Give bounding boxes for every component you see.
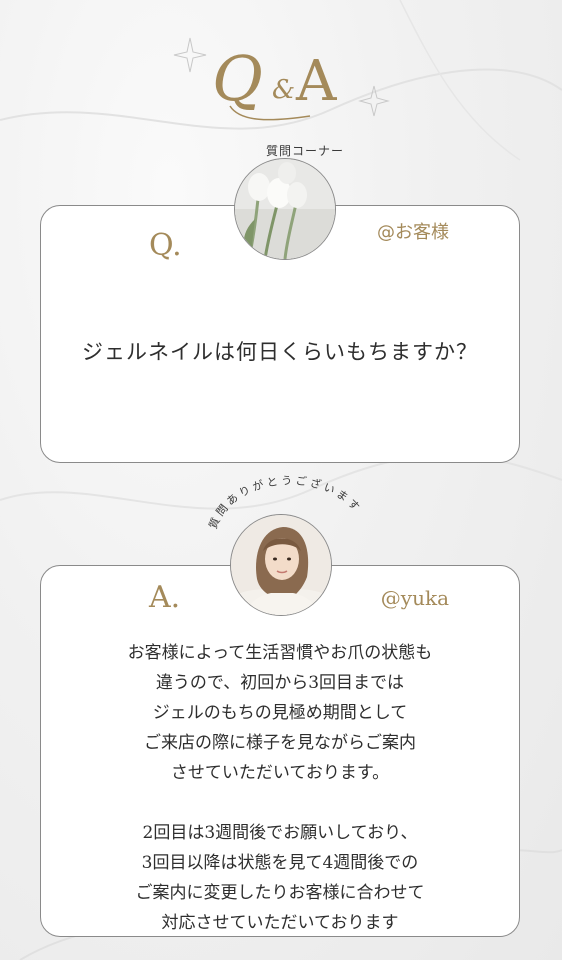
answer-line: 2回目は3週間後でお願いしており、 <box>142 823 418 843</box>
tulip-photo <box>234 158 336 260</box>
answer-line: 3回目以降は状態を見て4週間後での <box>141 853 419 873</box>
question-text: ジェルネイルは何日くらいもちますか？ <box>82 340 478 364</box>
answer-line: 違うので、初回から3回目までは <box>155 673 405 693</box>
answer-line: お客様によって生活習慣やお爪の状態も <box>127 643 433 663</box>
answer-body: お客様によって生活習慣やお爪の状態も 違うので、初回から3回目までは ジェルのも… <box>41 638 519 938</box>
header-subtitle: 質問コーナー <box>266 144 345 158</box>
question-badge: Q. <box>149 228 182 263</box>
ampersand: & <box>272 75 295 105</box>
staff-photo <box>230 514 332 616</box>
a-letter: A <box>295 49 337 114</box>
answer-card: A. @yuka お客様によって生活習慣やお爪の状態も 違うので、初回から3回目… <box>40 565 520 937</box>
qa-header: Q & A 質問コーナー <box>160 30 400 158</box>
answer-line: させていただいております。 <box>170 763 390 783</box>
question-handle: @お客様 <box>377 222 449 243</box>
answer-line: 対応させていただいております <box>161 913 399 933</box>
answer-line: ご案内に変更したりお客様に合わせて <box>135 883 425 903</box>
qa-logo: Q & A <box>173 37 390 121</box>
q-letter: Q <box>212 42 263 115</box>
answer-line: ジェルのもちの見極め期間として <box>152 703 408 723</box>
answer-handle: @yuka <box>380 586 449 610</box>
answer-line: ご来店の際に様子を見ながらご案内 <box>144 733 416 753</box>
answer-badge: A. <box>149 580 181 615</box>
